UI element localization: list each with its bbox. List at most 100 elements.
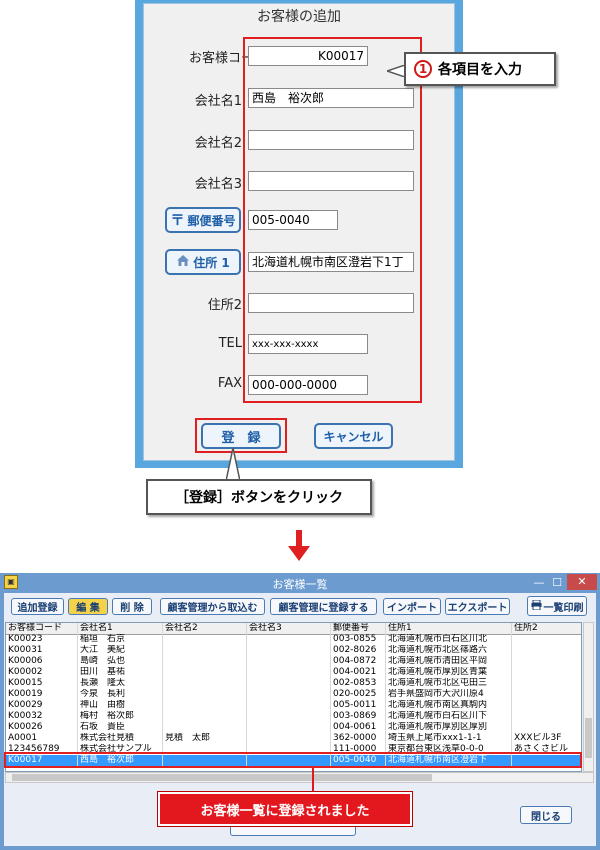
fax-label: FAX	[217, 376, 242, 391]
table-cell	[512, 667, 581, 678]
close-icon[interactable]: ✕	[567, 574, 597, 590]
address2-label: 住所2	[207, 298, 242, 313]
table-cell	[247, 733, 331, 744]
table-cell	[163, 656, 247, 667]
dialog-title: お客様の追加	[257, 9, 341, 25]
table-cell	[512, 656, 581, 667]
table-cell	[512, 678, 581, 689]
table-cell	[247, 645, 331, 656]
table-cell: 稲垣 右京	[78, 634, 163, 645]
column-header[interactable]: 住所2	[512, 623, 581, 634]
company3-label: 会社名3	[194, 177, 242, 192]
table-cell: K00006	[6, 656, 78, 667]
table-cell: 神山 由樹	[78, 700, 163, 711]
company2-label: 会社名2	[194, 136, 242, 151]
table-cell: 北海道札幌市北区屯田三	[386, 678, 512, 689]
column-header[interactable]: お客様コード	[6, 623, 78, 634]
callout-connector	[312, 768, 314, 794]
table-cell: K00026	[6, 722, 78, 733]
table-cell: A0001	[6, 733, 78, 744]
table-cell: K00019	[6, 689, 78, 700]
column-header[interactable]: 郵便番号	[331, 623, 386, 634]
delete-button[interactable]: 削 除	[112, 598, 152, 615]
column-header[interactable]: 住所1	[386, 623, 512, 634]
register-instruction-callout: ［登録］ボタンをクリック	[146, 479, 372, 515]
table-cell: 梅村 裕次郎	[78, 711, 163, 722]
table-cell: 島崎 弘也	[78, 656, 163, 667]
table-cell: 石坂 貴臣	[78, 722, 163, 733]
table-cell: 020-0025	[331, 689, 386, 700]
import-from-customer-mgmt-button[interactable]: 顧客管理から取込む	[160, 598, 265, 615]
close-button[interactable]: 閉じる	[520, 806, 572, 824]
table-cell	[163, 667, 247, 678]
table-cell	[163, 634, 247, 645]
maximize-icon[interactable]: ☐	[550, 576, 564, 589]
horizontal-scrollbar[interactable]	[5, 772, 594, 783]
column-header[interactable]: 会社名2	[163, 623, 247, 634]
export-button[interactable]: エクスポート	[445, 598, 510, 615]
table-cell	[247, 689, 331, 700]
table-cell	[512, 700, 581, 711]
table-cell: 埼玉県上尾市xxx1-1-1	[386, 733, 512, 744]
table-cell: K00015	[6, 678, 78, 689]
cancel-button[interactable]: キャンセル	[314, 423, 393, 449]
table-cell: XXXビル3F	[512, 733, 581, 744]
table-cell	[512, 722, 581, 733]
register-button[interactable]: 登 録	[201, 423, 281, 449]
add-button[interactable]: 追加登録	[11, 598, 64, 615]
table-cell: 003-0869	[331, 711, 386, 722]
table-cell	[247, 711, 331, 722]
address1-button[interactable]: 住所 1	[165, 249, 241, 275]
table-cell	[247, 634, 331, 645]
table-row[interactable]: K00006 島崎 弘也 004-0872 北海道札幌市清田区平岡	[6, 656, 581, 667]
column-header[interactable]: 会社名3	[247, 623, 331, 634]
table-row[interactable]: K00026 石坂 貴臣 004-0061 北海道札幌市厚別区厚別	[6, 722, 581, 733]
table-cell: K00031	[6, 645, 78, 656]
registered-result-callout: お客様一覧に登録されました	[158, 792, 412, 826]
table-cell	[512, 711, 581, 722]
tel-label: TEL	[218, 336, 242, 351]
table-cell: 北海道札幌市白石区川下	[386, 711, 512, 722]
table-cell: 362-0000	[331, 733, 386, 744]
table-cell	[163, 645, 247, 656]
customer-table[interactable]: お客様コード 会社名1 会社名2 会社名3 郵便番号 住所1 住所2 K0002…	[5, 622, 582, 772]
table-row[interactable]: K00002 田川 基祐 004-0021 北海道札幌市厚別区青葉	[6, 667, 581, 678]
table-cell	[163, 722, 247, 733]
minimize-icon[interactable]: —	[532, 576, 546, 589]
table-row[interactable]: K00023 稲垣 右京 003-0855 北海道札幌市白石区川北	[6, 634, 581, 645]
table-cell: 002-0853	[331, 678, 386, 689]
table-cell: 005-0011	[331, 700, 386, 711]
step-number-badge: 1	[414, 60, 432, 78]
column-header[interactable]: 会社名1	[78, 623, 163, 634]
edit-button[interactable]: 編 集	[68, 598, 108, 615]
new-row-highlight	[4, 752, 582, 768]
table-row[interactable]: K00015 長瀬 隆太 002-0853 北海道札幌市北区屯田三	[6, 678, 581, 689]
print-list-button[interactable]: 一覧印刷	[527, 596, 587, 616]
register-to-customer-mgmt-button[interactable]: 顧客管理に登録する	[270, 598, 377, 615]
postal-code-button-label: 郵便番号	[187, 213, 236, 228]
table-cell: 田川 基祐	[78, 667, 163, 678]
table-row[interactable]: A0001 株式会社見積 見積 太郎 362-0000 埼玉県上尾市xxx1-1-1 XX…	[6, 733, 581, 744]
table-cell: 004-0021	[331, 667, 386, 678]
input-instruction-callout: 1 各項目を入力	[404, 52, 556, 86]
table-cell: 北海道札幌市厚別区厚別	[386, 722, 512, 733]
table-cell: 岩手県盛岡市大沢川原4	[386, 689, 512, 700]
input-instruction-text: 各項目を入力	[438, 62, 522, 78]
table-row[interactable]: K00019 今泉 長利 020-0025 岩手県盛岡市大沢川原4	[6, 689, 581, 700]
table-cell: K00002	[6, 667, 78, 678]
callout-pointer	[384, 62, 406, 79]
table-cell	[163, 689, 247, 700]
table-cell: 北海道札幌市白石区川北	[386, 634, 512, 645]
table-cell: 大江 美紀	[78, 645, 163, 656]
postal-code-button[interactable]: 〒 郵便番号	[165, 207, 241, 233]
table-row[interactable]: K00032 梅村 裕次郎 003-0869 北海道札幌市白石区川下	[6, 711, 581, 722]
table-cell: 002-8026	[331, 645, 386, 656]
table-cell	[512, 645, 581, 656]
table-row[interactable]: K00031 大江 美紀 002-8026 北海道札幌市北区篠路六	[6, 645, 581, 656]
address1-button-label: 住所 1	[193, 255, 230, 270]
company1-label: 会社名1	[194, 94, 242, 109]
table-row[interactable]: K00029 神山 由樹 005-0011 北海道札幌市南区真駒内	[6, 700, 581, 711]
vertical-scrollbar[interactable]	[583, 622, 594, 772]
table-cell	[163, 700, 247, 711]
import-button[interactable]: インポート	[383, 598, 441, 615]
